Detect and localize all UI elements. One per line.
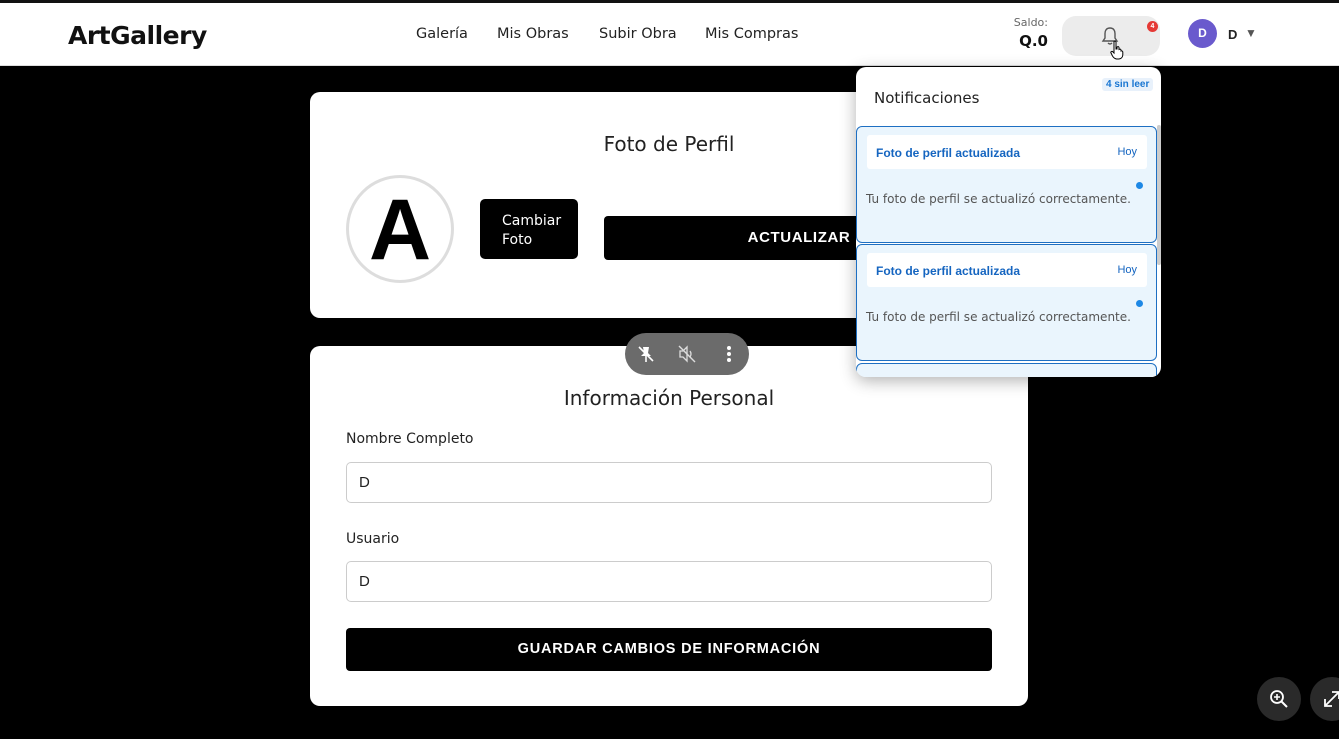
change-photo-button[interactable]: Cambiar Foto (480, 199, 578, 259)
zoom-in-icon (1270, 690, 1288, 708)
unread-count[interactable]: 4 sin leer (1102, 78, 1154, 91)
notification-item-partial[interactable] (856, 363, 1157, 377)
info-card-title: Información Personal (563, 386, 775, 410)
nav-subir-obra[interactable]: Subir Obra (599, 26, 677, 42)
notification-time: Hoy (1117, 146, 1137, 158)
zoom-button[interactable] (1257, 677, 1301, 721)
notification-message: Tu foto de perfil se actualizó correctam… (866, 192, 1131, 206)
scrollbar[interactable] (1157, 125, 1161, 265)
profile-avatar: A (346, 175, 454, 283)
volume-off-icon[interactable] (677, 344, 697, 364)
avatar[interactable]: D (1188, 19, 1217, 48)
hand-cursor-icon (1110, 40, 1124, 60)
notification-item[interactable]: Foto de perfil actualizada Hoy Tu foto d… (856, 126, 1157, 243)
notification-message: Tu foto de perfil se actualizó correctam… (866, 310, 1131, 324)
notification-item[interactable]: Foto de perfil actualizada Hoy Tu foto d… (856, 244, 1157, 361)
more-vertical-icon[interactable] (721, 344, 737, 364)
nav-mis-compras[interactable]: Mis Compras (705, 26, 798, 42)
notification-header: Foto de perfil actualizada Hoy (867, 253, 1147, 287)
username-input[interactable] (346, 561, 992, 602)
notifications-title: Notificaciones (874, 89, 980, 107)
pin-off-icon[interactable] (636, 344, 656, 364)
notification-badge: 4 (1147, 21, 1158, 32)
personal-info-card: Información Personal Nombre Completo Usu… (310, 346, 1028, 706)
notification-title: Foto de perfil actualizada (876, 146, 1021, 160)
nav-galeria[interactable]: Galería (416, 26, 468, 42)
notifications-dropdown: Notificaciones 4 sin leer Foto de perfil… (856, 67, 1161, 377)
unread-dot (1136, 300, 1143, 307)
user-name[interactable]: D (1228, 27, 1237, 42)
expand-button[interactable] (1310, 677, 1339, 721)
profile-avatar-letter: A (368, 182, 432, 278)
expand-icon (1324, 691, 1339, 707)
chevron-down-icon[interactable]: ▼ (1245, 26, 1257, 40)
logo[interactable]: ArtGallery (68, 21, 207, 50)
notification-title: Foto de perfil actualizada (876, 264, 1021, 278)
nav-mis-obras[interactable]: Mis Obras (497, 26, 569, 42)
notification-time: Hoy (1117, 264, 1137, 276)
full-name-input[interactable] (346, 462, 992, 503)
save-info-button[interactable]: GUARDAR CAMBIOS DE INFORMACIÓN (346, 628, 992, 671)
unread-dot (1136, 182, 1143, 189)
username-label: Usuario (346, 531, 400, 547)
notification-header: Foto de perfil actualizada Hoy (867, 135, 1147, 169)
balance: Saldo: Q.0 (1010, 16, 1048, 50)
balance-value: Q.0 (1019, 32, 1048, 50)
media-controls (625, 333, 749, 375)
balance-label: Saldo: (1013, 16, 1048, 29)
full-name-label: Nombre Completo (346, 431, 474, 447)
